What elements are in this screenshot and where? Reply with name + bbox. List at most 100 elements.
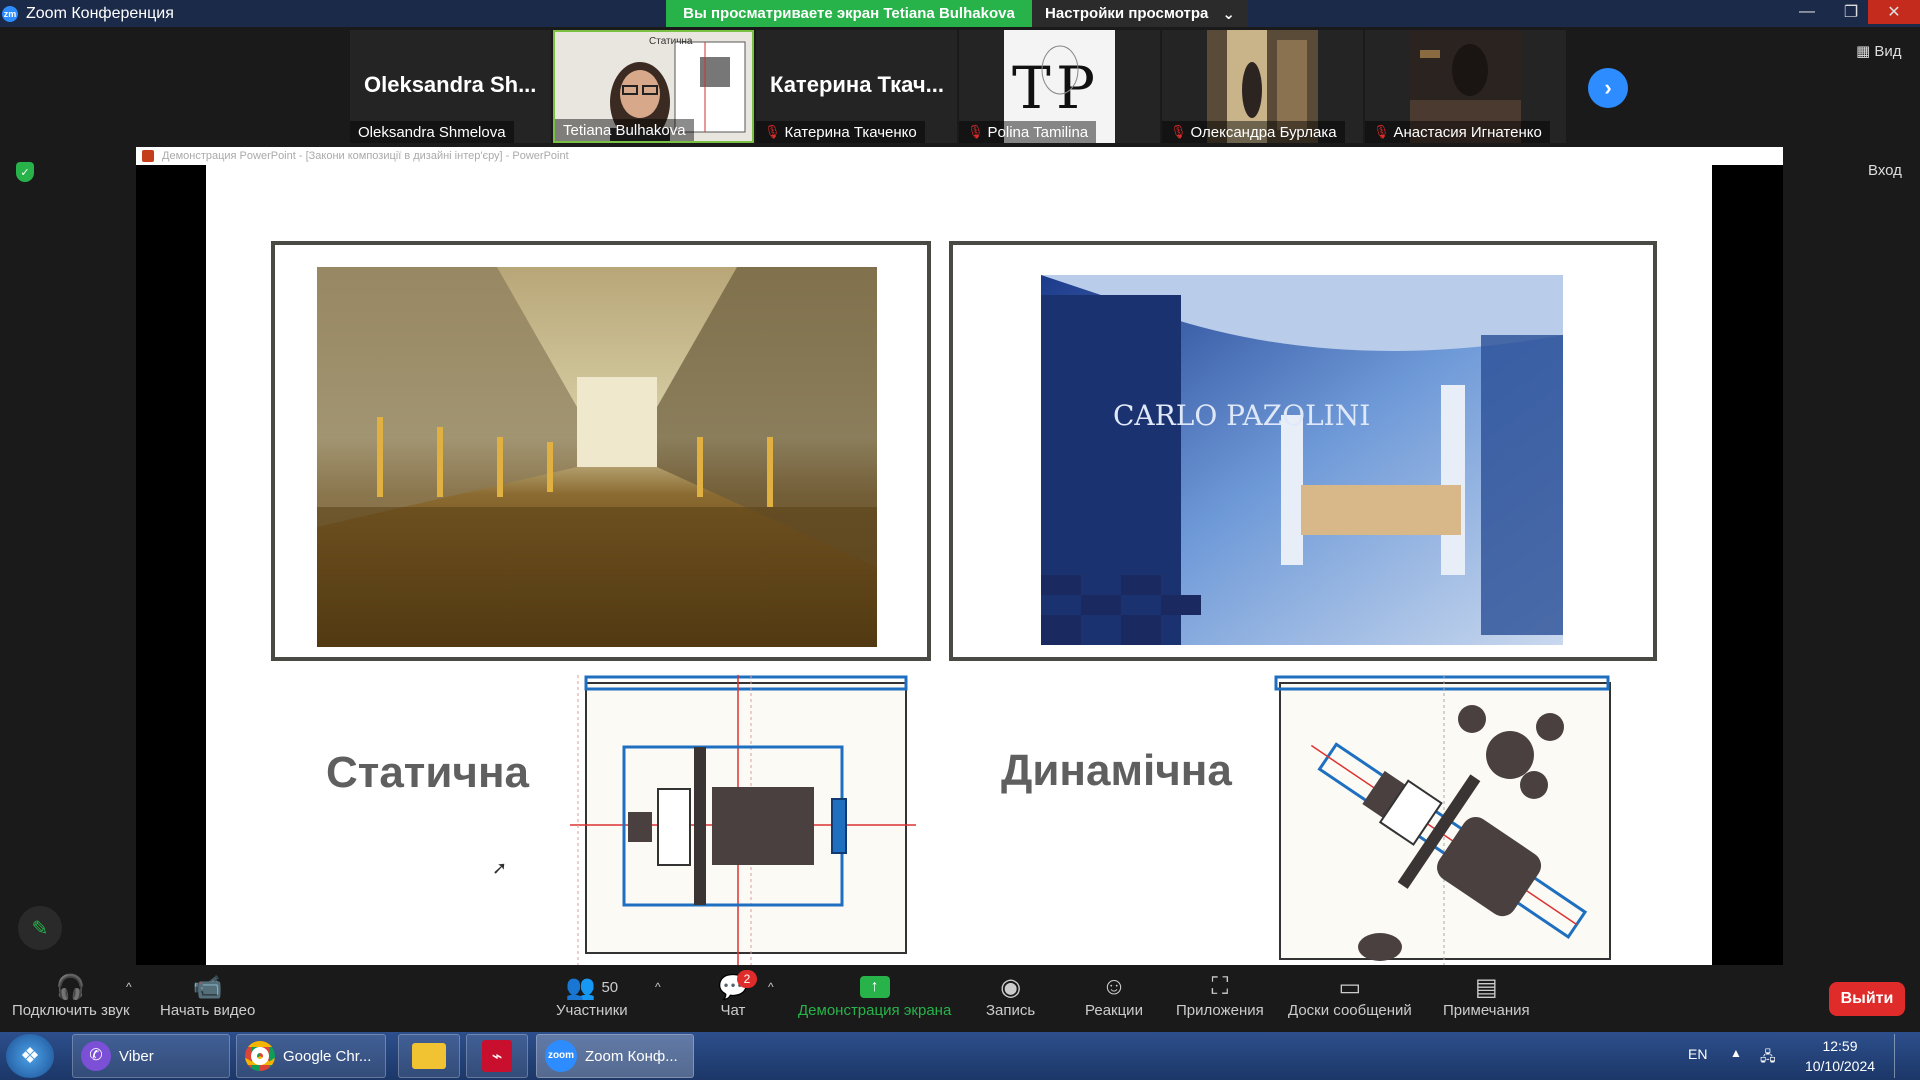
record-button[interactable]: ◉ Запись: [986, 972, 1036, 1020]
windows-start-button[interactable]: ❖: [6, 1034, 54, 1078]
participant-tile[interactable]: 🎙 Олександра Бурлака: [1162, 30, 1363, 143]
mic-muted-icon: 🎙: [967, 124, 984, 139]
photo-frame-dynamic: CARLO PAZOLINI: [949, 241, 1657, 661]
taskbar-item-zoom[interactable]: zoom Zoom Конф...: [536, 1034, 694, 1078]
participants-icon: 👥 50: [565, 973, 619, 1001]
participant-name: Олександра Бурлака: [1190, 123, 1337, 141]
taskbar-item-viber[interactable]: ✆ Viber: [72, 1034, 230, 1078]
acrobat-icon: ⌁: [482, 1040, 512, 1072]
participant-display-name: Катерина Ткач...: [770, 72, 944, 97]
next-page-arrow-icon[interactable]: ›: [1588, 68, 1628, 108]
network-icon[interactable]: 🖧: [1760, 1046, 1776, 1070]
chevron-down-icon: ⌄: [1222, 5, 1235, 23]
participant-name: Катерина Ткаченко: [784, 123, 917, 141]
svg-text:T: T: [1012, 54, 1051, 122]
leave-meeting-button[interactable]: Выйти: [1829, 982, 1905, 1016]
folder-icon: [412, 1043, 446, 1069]
mic-muted-icon: 🎙: [1373, 124, 1390, 139]
record-icon: ◉: [1000, 973, 1022, 1001]
photo-frame-static: [271, 241, 931, 661]
interior-photo-dynamic: CARLO PAZOLINI: [1041, 275, 1563, 645]
whiteboards-button[interactable]: ▭ Доски сообщений: [1288, 972, 1412, 1020]
view-options-button[interactable]: Настройки просмотра ⌄: [1032, 0, 1248, 27]
window-title: Zoom Конференция: [26, 4, 174, 22]
mouse-cursor-icon: ➚: [492, 858, 508, 878]
powerpoint-icon: [142, 150, 154, 162]
minimize-button[interactable]: —: [1786, 0, 1828, 24]
reactions-button[interactable]: ☺ Реакции: [1085, 972, 1143, 1019]
participant-tile[interactable]: Oleksandra Sh... Oleksandra Shmelova: [350, 30, 551, 143]
taskbar-item-label: Viber: [119, 1047, 154, 1065]
notes-label: Примечания: [1443, 1002, 1530, 1019]
share-screen-button[interactable]: ↑ Демонстрация экрана: [798, 972, 951, 1019]
view-label: Вид: [1874, 43, 1902, 60]
keyboard-language-indicator[interactable]: EN: [1688, 1046, 1707, 1062]
notes-button[interactable]: ▤ Примечания: [1443, 972, 1530, 1020]
participant-tile[interactable]: Катерина Ткач... 🎙 Катерина Ткаченко: [756, 30, 957, 143]
taskbar-item-label: Zoom Конф...: [585, 1047, 678, 1065]
clock-time: 12:59: [1822, 1038, 1858, 1054]
video-off-icon: 📹: [192, 973, 223, 1001]
participant-caption: 🎙 Катерина Ткаченко: [756, 121, 925, 143]
zoom-logo-icon: zm: [2, 5, 18, 22]
apps-icon: ⛶: [1211, 973, 1229, 1000]
taskbar-clock[interactable]: 12:59 10/10/2024: [1796, 1036, 1884, 1076]
participant-name: Анастасия Игнатенко: [1393, 123, 1542, 141]
meeting-toolbar: [0, 965, 1920, 1032]
join-audio-button[interactable]: 🎧 Подключить звук: [12, 972, 130, 1020]
participants-options-chevron-icon[interactable]: ^: [655, 980, 661, 994]
mic-muted-icon: 🎙: [764, 124, 781, 139]
join-audio-label: Подключить звук: [12, 1002, 130, 1019]
interior-photo-static: [317, 267, 877, 647]
show-hidden-icons-chevron-icon[interactable]: ▲: [1730, 1046, 1742, 1060]
reactions-label: Реакции: [1085, 1002, 1143, 1019]
whiteboards-label: Доски сообщений: [1288, 1002, 1412, 1019]
show-desktop-button[interactable]: [1894, 1034, 1918, 1078]
annotate-pencil-icon[interactable]: ✎: [18, 906, 62, 950]
share-screen-icon: ↑: [859, 972, 890, 1002]
close-window-button[interactable]: ✕: [1868, 0, 1920, 24]
shared-window-title-bar: Демонстрация PowerPoint - [Закони композ…: [136, 147, 1783, 165]
share-screen-label: Демонстрация экрана: [798, 1002, 952, 1019]
view-button[interactable]: ▦ Вид: [1856, 42, 1901, 60]
maximize-button[interactable]: ❐: [1830, 0, 1872, 24]
participants-button[interactable]: 👥 50 Участники: [556, 972, 628, 1020]
participant-tile[interactable]: T P 🎙 Polina Tamilina: [959, 30, 1160, 143]
taskbar-item-chrome[interactable]: Google Chr...: [236, 1034, 386, 1078]
participant-caption: Oleksandra Shmelova: [350, 121, 514, 143]
reactions-icon: ☺: [1101, 973, 1127, 1000]
clock-date: 10/10/2024: [1804, 1058, 1876, 1074]
slide-label-static: Статична: [326, 748, 529, 797]
taskbar-item-explorer[interactable]: [398, 1034, 460, 1078]
chat-label: Чат: [720, 1002, 746, 1019]
enter-button[interactable]: Вход: [1868, 162, 1902, 179]
participant-tile-active-speaker[interactable]: Статична Tetiana Bulhakova: [553, 30, 754, 143]
chat-unread-badge: 2: [737, 970, 757, 988]
participants-count: 50: [601, 978, 619, 996]
taskbar-item-label: Google Chr...: [283, 1047, 372, 1065]
participant-caption: Tetiana Bulhakova: [555, 119, 694, 141]
viber-icon: ✆: [81, 1041, 111, 1071]
participant-caption: 🎙 Анастасия Игнатенко: [1365, 121, 1550, 143]
slide-label-dynamic: Динамічна: [1001, 746, 1232, 795]
photo-sign-text: CARLO PAZOLINI: [1113, 399, 1370, 432]
notes-icon: ▤: [1474, 973, 1498, 1001]
record-label: Запись: [986, 1002, 1036, 1019]
participant-name: Oleksandra Shmelova: [358, 123, 506, 141]
view-options-label: Настройки просмотра: [1045, 5, 1209, 22]
taskbar-item-acrobat[interactable]: ⌁: [466, 1034, 528, 1078]
start-video-button[interactable]: 📹 Начать видео: [160, 972, 255, 1020]
share-banner: Вы просматриваете экран Tetiana Bulhakov…: [666, 0, 1032, 27]
chat-options-chevron-icon[interactable]: ^: [768, 980, 774, 994]
apps-button[interactable]: ⛶ Приложения: [1176, 972, 1264, 1019]
video-slide-label: Статична: [649, 36, 693, 47]
participant-name: Polina Tamilina: [987, 123, 1089, 141]
headphones-icon: 🎧: [55, 973, 86, 1001]
audio-options-chevron-icon[interactable]: ^: [126, 980, 132, 994]
svg-text:P: P: [1056, 54, 1095, 122]
grid-icon: ▦: [1856, 43, 1875, 60]
participants-label: Участники: [556, 1002, 628, 1019]
participant-name: Tetiana Bulhakova: [563, 121, 686, 139]
participant-tile[interactable]: 🎙 Анастасия Игнатенко: [1365, 30, 1566, 143]
zoom-taskbar-icon: zoom: [545, 1040, 577, 1072]
